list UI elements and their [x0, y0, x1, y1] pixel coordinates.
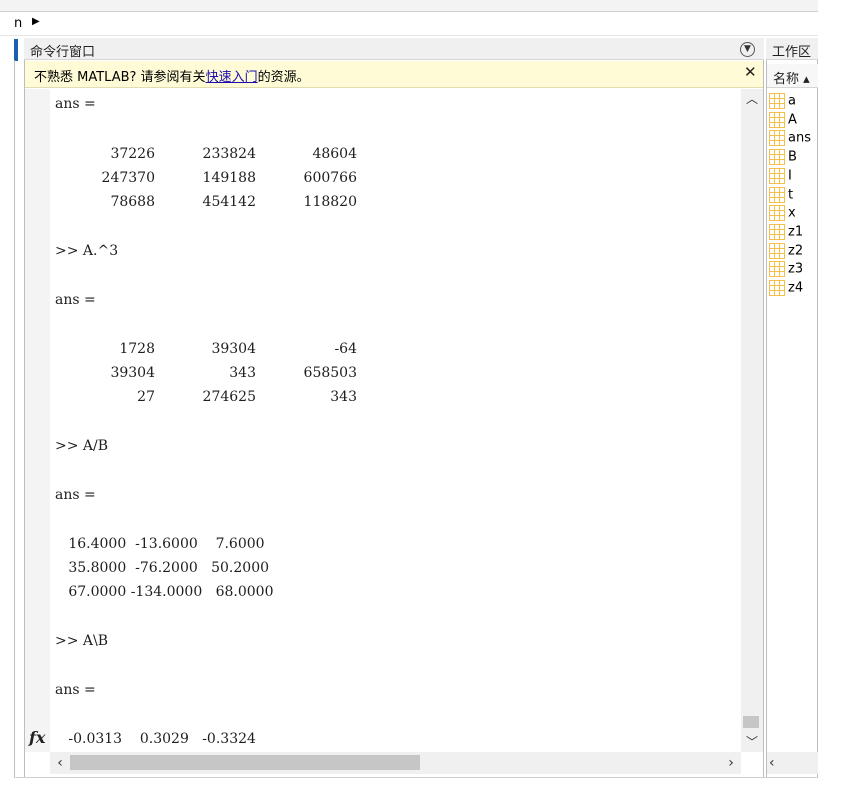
close-notice-icon[interactable]: ✕ [744, 63, 757, 81]
matrix-variable-icon [769, 149, 785, 166]
workspace-variable[interactable]: z3 [769, 261, 803, 280]
getting-started-link[interactable]: 快速入门 [206, 70, 258, 85]
output-matrix-cell: 48604 [312, 146, 357, 162]
left-divider [14, 60, 15, 778]
workspace-variable[interactable]: z1 [769, 223, 804, 243]
workspace-variable-name: z2 [788, 243, 804, 259]
scroll-left-chevron-icon[interactable]: ‹ [50, 752, 70, 774]
command-window-title: 命令行窗口 [30, 45, 96, 60]
workspace-variable-name: z3 [788, 261, 804, 277]
horizontal-scroll-thumb[interactable] [70, 755, 420, 770]
matrix-variable-icon [769, 167, 785, 184]
matrix-variable-icon [769, 242, 785, 259]
active-panel-indicator [14, 39, 18, 61]
output-line: 67.0000 -134.0000 68.0000 [55, 584, 274, 600]
command-output-area[interactable] [50, 89, 740, 752]
output-matrix-cell: 1728 [119, 341, 155, 357]
workspace-variable[interactable]: B [769, 149, 797, 168]
scroll-right-chevron-icon[interactable]: › [721, 752, 741, 774]
vertical-scrollbar[interactable] [741, 89, 763, 752]
workspace-variable[interactable]: z4 [769, 280, 803, 299]
output-matrix-cell: 39304 [211, 341, 256, 357]
workspace-variable-name: z4 [788, 280, 804, 296]
command-gutter [25, 89, 50, 752]
output-matrix-cell: 149188 [202, 170, 256, 186]
bottom-divider [14, 777, 818, 778]
output-matrix-cell: 233824 [202, 146, 256, 162]
matrix-variable-icon [769, 280, 785, 296]
output-matrix-cell: 37226 [110, 146, 155, 162]
output-matrix-cell: 247370 [101, 170, 155, 186]
function-browser-fx-icon[interactable]: fx [29, 728, 45, 747]
workspace-variable[interactable]: ans [769, 130, 811, 149]
workspace-variable[interactable]: A [769, 111, 797, 131]
workspace-variable[interactable]: a [769, 93, 796, 112]
output-line: -0.0313 0.3029 -0.3324 [55, 731, 256, 747]
workspace-variable-name: I [788, 168, 792, 184]
output-matrix-cell: 454142 [202, 194, 256, 210]
notice-suffix: 的资源。 [257, 70, 310, 85]
output-matrix-cell: 78688 [110, 194, 155, 210]
output-matrix-cell: -64 [334, 341, 357, 357]
output-matrix-cell: 27 [137, 389, 155, 405]
output-matrix-cell: 658503 [303, 365, 357, 381]
matrix-variable-icon [769, 261, 785, 278]
output-matrix-cell: 343 [229, 365, 256, 381]
workspace-variable[interactable]: I [769, 167, 792, 187]
workspace-variable-name: x [788, 205, 796, 221]
workspace-variable-name: B [788, 149, 797, 165]
output-line: ans = [55, 682, 96, 698]
output-line: 35.8000 -76.2000 50.2000 [55, 560, 270, 576]
output-line: 16.4000 -13.6000 7.6000 [55, 536, 265, 552]
command-line: >> A/B [55, 438, 109, 454]
output-matrix-cell: 600766 [303, 170, 357, 186]
top-toolbar-strip [0, 0, 818, 12]
name-column-label[interactable]: 名称 ▴ [773, 68, 810, 87]
workspace-title: 工作区 [772, 45, 812, 60]
workspace-variable-name: a [788, 93, 796, 109]
workspace-variable-name: t [788, 187, 794, 202]
path-text[interactable]: n [14, 16, 22, 31]
workspace-variable-name: ans [788, 130, 811, 146]
matrix-variable-icon [769, 111, 785, 128]
command-window-titlebar [24, 38, 764, 60]
matrix-variable-icon [769, 130, 785, 147]
scroll-down-chevron-icon[interactable]: ﹀ [741, 732, 763, 752]
command-line: >> A.^3 [55, 243, 119, 259]
output-matrix-cell: 118820 [303, 194, 357, 210]
command-line: >> A\B [55, 633, 109, 649]
workspace-scroll-left-chevron-icon[interactable]: ‹ [769, 752, 783, 774]
output-matrix-cell: 39304 [110, 365, 155, 381]
workspace-variable-name: A [788, 112, 797, 128]
workspace-variable[interactable]: z2 [769, 242, 804, 262]
workspace-variable[interactable]: x [769, 205, 796, 224]
matrix-variable-icon [769, 205, 785, 222]
panel-actions-chevron-icon[interactable]: ▼ [740, 42, 755, 57]
workspace-variable-name: z1 [788, 224, 804, 240]
notice-prefix: 不熟悉 MATLAB? 请参阅有关 [34, 70, 206, 85]
path-bar [0, 12, 818, 36]
path-arrow-icon[interactable]: ▶ [32, 16, 40, 27]
output-matrix-cell: 343 [330, 389, 357, 405]
output-line: ans = [55, 487, 96, 503]
matrix-variable-icon [769, 186, 785, 203]
output-line: ans = [55, 292, 96, 308]
notice-text: 不熟悉 MATLAB? 请参阅有关快速入门的资源。 [34, 66, 310, 85]
output-matrix-cell: 274625 [202, 389, 256, 405]
workspace-variable[interactable]: t [769, 186, 794, 206]
scroll-up-chevron-icon[interactable]: ︿ [741, 89, 763, 109]
vertical-scroll-thumb[interactable] [743, 716, 759, 728]
matrix-variable-icon [769, 223, 785, 240]
matrix-variable-icon [769, 93, 785, 109]
output-line: ans = [55, 96, 96, 112]
